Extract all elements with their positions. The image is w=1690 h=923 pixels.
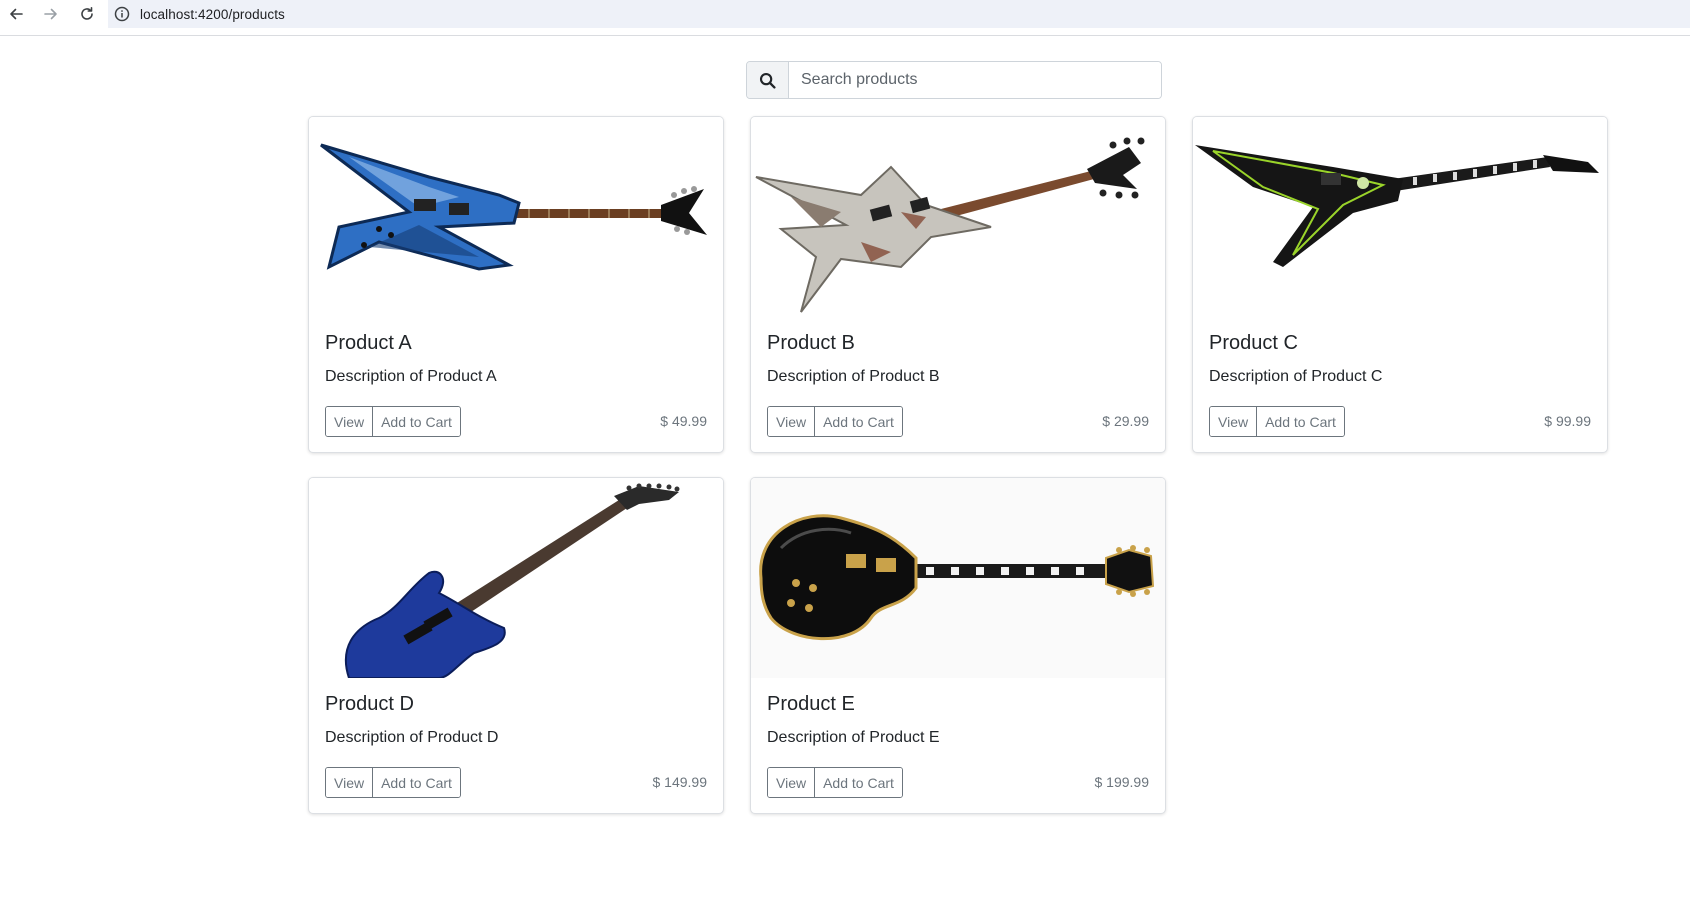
product-image-silver-star-guitar[interactable] xyxy=(751,117,1165,317)
product-description: Description of Product E xyxy=(767,729,940,746)
add-to-cart-button[interactable]: Add to Cart xyxy=(814,768,902,797)
product-description: Description of Product C xyxy=(1209,368,1383,385)
product-price: $ 199.99 xyxy=(1094,774,1150,790)
product-card: Product C Description of Product C View … xyxy=(1192,116,1608,453)
guitar-image-icon xyxy=(755,137,1145,313)
add-to-cart-button[interactable]: Add to Cart xyxy=(372,407,460,436)
reload-icon xyxy=(81,7,93,20)
search-input[interactable] xyxy=(789,62,1161,98)
forward-button[interactable] xyxy=(37,2,65,26)
url-display[interactable]: localhost:4200/products xyxy=(114,0,285,28)
product-image-blue-star-guitar[interactable] xyxy=(309,117,723,317)
product-actions: View Add to Cart xyxy=(767,406,903,437)
add-to-cart-button[interactable]: Add to Cart xyxy=(372,768,460,797)
product-actions: View Add to Cart xyxy=(1209,406,1345,437)
product-price: $ 49.99 xyxy=(660,413,707,429)
search-icon xyxy=(759,72,776,89)
view-button[interactable]: View xyxy=(768,407,815,436)
url-text: localhost:4200/products xyxy=(140,6,285,22)
product-description: Description of Product B xyxy=(767,368,940,385)
view-button[interactable]: View xyxy=(1210,407,1257,436)
back-button[interactable] xyxy=(2,2,30,26)
product-image-blue-jackson-guitar[interactable] xyxy=(309,478,723,678)
product-actions: View Add to Cart xyxy=(325,406,461,437)
guitar-image-icon xyxy=(1195,145,1599,267)
info-circle-icon[interactable] xyxy=(114,6,130,22)
product-actions: View Add to Cart xyxy=(325,767,461,798)
product-image-black-les-paul[interactable] xyxy=(751,478,1165,678)
product-card: Product D Description of Product D View … xyxy=(308,477,724,814)
add-to-cart-button[interactable]: Add to Cart xyxy=(814,407,902,436)
arrow-left-icon xyxy=(10,8,23,20)
arrow-right-icon xyxy=(44,8,57,20)
view-button[interactable]: View xyxy=(326,768,373,797)
guitar-image-icon xyxy=(344,483,680,678)
guitar-image-icon xyxy=(320,143,707,271)
view-button[interactable]: View xyxy=(326,407,373,436)
browser-toolbar: localhost:4200/products xyxy=(0,0,1690,36)
product-title: Product A xyxy=(325,332,412,354)
search-bar xyxy=(746,61,1162,99)
product-actions: View Add to Cart xyxy=(767,767,903,798)
reload-button[interactable] xyxy=(73,2,101,26)
address-bar[interactable] xyxy=(108,0,1690,28)
product-title: Product D xyxy=(325,693,414,715)
product-image-black-flying-v[interactable] xyxy=(1193,117,1607,317)
product-card: Product B Description of Product B View … xyxy=(750,116,1166,453)
product-title: Product E xyxy=(767,693,855,715)
product-title: Product C xyxy=(1209,332,1298,354)
guitar-image-icon xyxy=(751,478,1165,678)
add-to-cart-button[interactable]: Add to Cart xyxy=(1256,407,1344,436)
product-card: Product E Description of Product E View … xyxy=(750,477,1166,814)
view-button[interactable]: View xyxy=(768,768,815,797)
product-description: Description of Product A xyxy=(325,368,497,385)
product-price: $ 29.99 xyxy=(1102,413,1149,429)
product-card: Product A Description of Product A View … xyxy=(308,116,724,453)
product-price: $ 149.99 xyxy=(652,774,708,790)
product-description: Description of Product D xyxy=(325,729,499,746)
search-button[interactable] xyxy=(747,62,789,98)
product-price: $ 99.99 xyxy=(1544,413,1591,429)
product-title: Product B xyxy=(767,332,855,354)
